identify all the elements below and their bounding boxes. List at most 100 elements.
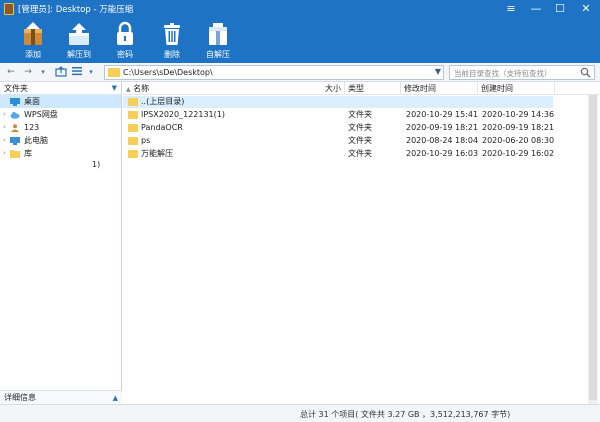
search-input[interactable]: 当前目录查找（支持包查找）: [449, 65, 595, 80]
folder-tree-pane: 文件夹 ▼ 桌面 › WPS网盘 › 123 › 此电脑 › 库 1): [0, 82, 122, 404]
detail-info-panel[interactable]: 详细信息 ▲: [0, 390, 122, 404]
extract-to-button-label: 解压到: [67, 50, 91, 59]
folder-icon: [128, 124, 138, 132]
file-name: 万能解压: [141, 149, 173, 158]
library-icon: [10, 150, 20, 158]
file-list-pane: ▲ 名称 大小 类型 修改时间 创建时间 ..(上层目录) IPSX2020_1…: [123, 82, 600, 404]
tree-extra-text: 1): [92, 160, 101, 169]
user-icon: [11, 124, 19, 132]
file-type: 文件夹: [348, 123, 372, 132]
column-name-label: 名称: [133, 84, 150, 93]
tree-item-desktop[interactable]: 桌面: [0, 95, 121, 108]
tree-item-this-pc[interactable]: › 此电脑: [0, 134, 121, 147]
cloud-icon: [10, 112, 20, 119]
expand-icon[interactable]: ›: [3, 121, 6, 134]
lock-icon: [117, 21, 133, 45]
tree-item-label: 此电脑: [24, 136, 48, 145]
expand-icon[interactable]: ›: [3, 108, 6, 121]
file-row[interactable]: 万能解压 文件夹 2020-10-29 16:03 2020-10-29 16:…: [123, 148, 555, 160]
file-modified: 2020-10-29 15:41: [406, 110, 479, 119]
file-name: IPSX2020_122131(1): [141, 110, 225, 119]
forward-icon[interactable]: →: [22, 66, 34, 79]
scrollbar-thumb[interactable]: [589, 95, 597, 400]
password-button[interactable]: 密码: [108, 19, 142, 61]
app-icon: [4, 3, 14, 15]
back-icon[interactable]: ←: [5, 66, 17, 79]
self-extract-button[interactable]: 自解压: [201, 19, 235, 61]
up-folder-icon[interactable]: [54, 66, 67, 79]
tree-item-library[interactable]: › 库: [0, 147, 121, 160]
delete-button[interactable]: 删除: [155, 19, 189, 61]
expand-icon[interactable]: ›: [3, 147, 6, 160]
file-created: 2020-10-29 16:02: [482, 149, 555, 158]
tree-item-label: 123: [24, 123, 40, 132]
tree-item-label: WPS网盘: [24, 110, 58, 119]
tree-item-wps-cloud[interactable]: › WPS网盘: [0, 108, 121, 121]
folder-pane-title: 文件夹: [4, 84, 28, 93]
minimize-icon[interactable]: —: [528, 1, 544, 17]
file-created: 2020-09-19 18:21: [482, 123, 555, 132]
window-title: [管理员]: Desktop - 万能压缩: [18, 5, 134, 15]
expand-up-icon[interactable]: ▲: [113, 391, 118, 405]
file-modified: 2020-08-24 18:04: [406, 136, 479, 145]
status-text: 总计 31 个项目( 文件共 3.27 GB ，3,512,213,767 字节…: [300, 410, 511, 419]
column-modified[interactable]: 修改时间: [401, 82, 478, 95]
view-dropdown-icon[interactable]: ▾: [86, 66, 96, 79]
search-icon[interactable]: [580, 67, 591, 80]
file-modified: 2020-09-19 18:21: [406, 123, 479, 132]
status-bar: 总计 31 个项目( 文件共 3.27 GB ，3,512,213,767 字节…: [0, 404, 600, 422]
self-extract-icon: [209, 23, 227, 45]
column-modified-label: 修改时间: [404, 84, 436, 93]
folder-icon: [108, 68, 120, 77]
column-type[interactable]: 类型: [345, 82, 401, 95]
address-row: ← → ▾ ▾ C:\Users\sDe\Desktop\ ▼ 当前目录查找（支…: [0, 63, 600, 82]
expand-icon[interactable]: ›: [3, 134, 6, 147]
folder-pane-header: 文件夹 ▼: [0, 82, 121, 95]
add-button[interactable]: 添加: [16, 19, 50, 61]
file-row[interactable]: IPSX2020_122131(1) 文件夹 2020-10-29 15:41 …: [123, 109, 554, 121]
view-list-icon[interactable]: [70, 66, 83, 79]
folder-icon: [128, 137, 138, 145]
desktop-icon: [10, 98, 20, 106]
extract-to-button[interactable]: 解压到: [62, 19, 96, 61]
sort-up-icon: ▲: [126, 86, 131, 93]
column-name[interactable]: ▲ 名称: [123, 82, 345, 95]
file-row[interactable]: ps 文件夹 2020-08-24 18:04 2020-06-20 08:30: [123, 135, 555, 147]
file-modified: 2020-10-29 16:03: [406, 149, 479, 158]
history-dropdown-icon[interactable]: ▾: [38, 66, 48, 79]
folder-icon: [128, 150, 138, 158]
file-created: 2020-06-20 08:30: [482, 136, 555, 145]
toolbar-area: [管理员]: Desktop - 万能压缩 ≡ — ☐ ✕ 添加 解压到 密码: [0, 0, 600, 63]
vertical-scrollbar[interactable]: [588, 95, 598, 404]
file-name: ..(上层目录): [141, 97, 185, 106]
file-name: PandaOCR: [141, 123, 183, 132]
file-type: 文件夹: [348, 149, 372, 158]
folder-icon: [128, 111, 138, 119]
title-bar: [管理员]: Desktop - 万能压缩 ≡ — ☐ ✕: [0, 0, 600, 18]
maximize-icon[interactable]: ☐: [552, 1, 568, 17]
file-row[interactable]: PandaOCR 文件夹 2020-09-19 18:21 2020-09-19…: [123, 122, 555, 134]
close-icon[interactable]: ✕: [578, 1, 594, 17]
address-dropdown-icon[interactable]: ▼: [435, 67, 441, 76]
trash-icon: [164, 23, 180, 45]
column-created[interactable]: 创建时间: [478, 82, 555, 95]
password-button-label: 密码: [117, 50, 133, 59]
menu-icon[interactable]: ≡: [503, 1, 519, 17]
tree-item-user-123[interactable]: › 123: [0, 121, 121, 134]
column-header-row: ▲ 名称 大小 类型 修改时间 创建时间: [123, 82, 600, 95]
file-row[interactable]: ..(上层目录): [123, 96, 553, 108]
extract-icon: [69, 23, 89, 45]
column-type-label: 类型: [348, 84, 364, 93]
file-name: ps: [141, 136, 151, 145]
detail-info-label: 详细信息: [4, 393, 36, 402]
folder-icon: [128, 98, 138, 106]
add-icon: [24, 22, 42, 45]
column-size-label: 大小: [325, 84, 341, 93]
delete-button-label: 删除: [164, 50, 180, 59]
tree-item-label: 库: [24, 149, 32, 158]
address-path: C:\Users\sDe\Desktop\: [123, 68, 213, 77]
file-type: 文件夹: [348, 136, 372, 145]
collapse-arrow-icon[interactable]: ▼: [112, 82, 117, 95]
address-bar[interactable]: C:\Users\sDe\Desktop\ ▼: [104, 65, 444, 80]
add-button-label: 添加: [25, 50, 41, 59]
